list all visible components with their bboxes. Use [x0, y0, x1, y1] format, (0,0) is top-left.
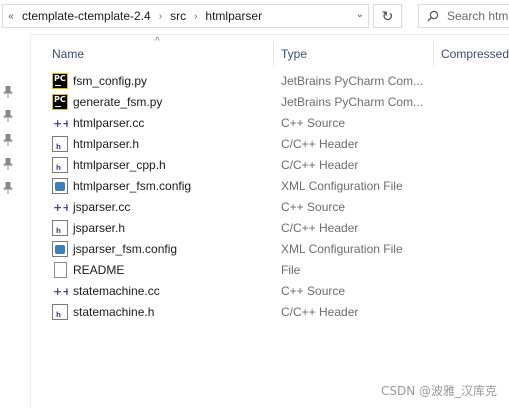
breadcrumb-item-htmlparser[interactable]: htmlparser — [202, 9, 265, 23]
file-name: jsparser.h — [73, 221, 126, 235]
cpp-source-icon: ++ — [52, 115, 71, 131]
search-box[interactable]: Search htm — [418, 4, 509, 28]
c-header-icon: h — [52, 220, 68, 236]
file-row[interactable]: README File — [34, 260, 509, 281]
file-name: statemachine.h — [73, 305, 155, 319]
file-row[interactable]: htmlparser_fsm.config XML Configuration F… — [34, 176, 509, 197]
column-header-type[interactable]: Type — [281, 47, 307, 61]
pycharm-file-icon: PC — [52, 94, 68, 110]
c-header-icon: h — [52, 304, 68, 320]
address-bar: « ctemplate-ctemplate-2.4 › src › htmlpa… — [0, 0, 509, 35]
pin-icon[interactable] — [3, 158, 13, 170]
file-name: jsparser_fsm.config — [73, 242, 178, 256]
column-header-name[interactable]: Name — [52, 47, 84, 61]
xml-config-icon — [52, 178, 68, 194]
file-type: C/C++ Header — [281, 158, 359, 172]
file-type: C/C++ Header — [281, 221, 359, 235]
refresh-button[interactable]: ↻ — [373, 4, 402, 28]
xml-config-icon — [52, 241, 68, 257]
file-type: XML Configuration File — [281, 179, 403, 193]
file-type: JetBrains PyCharm Com... — [281, 95, 424, 109]
column-divider[interactable] — [273, 42, 274, 66]
refresh-icon: ↻ — [381, 8, 394, 24]
cpp-source-icon: ++ — [52, 199, 71, 215]
file-row[interactable]: h htmlparser.h C/C++ Header — [34, 134, 509, 155]
file-name: generate_fsm.py — [73, 95, 163, 109]
column-divider[interactable] — [433, 42, 434, 66]
file-row[interactable]: ++ jsparser.cc C++ Source — [34, 197, 509, 218]
file-type: XML Configuration File — [281, 242, 403, 256]
file-row[interactable]: h htmlparser_cpp.h C/C++ Header — [34, 155, 509, 176]
file-name: htmlparser_fsm.config — [73, 179, 192, 193]
file-row[interactable]: h jsparser.h C/C++ Header — [34, 218, 509, 239]
navigation-pane — [0, 34, 31, 408]
file-row[interactable]: ++ statemachine.cc C++ Source — [34, 281, 509, 302]
breadcrumb[interactable]: « ctemplate-ctemplate-2.4 › src › htmlpa… — [2, 4, 369, 28]
file-name: htmlparser.h — [73, 137, 140, 151]
watermark: CSDN @波雅_汉库克 — [380, 384, 497, 398]
file-name: htmlparser_cpp.h — [73, 158, 166, 172]
svg-text:++: ++ — [53, 117, 68, 130]
file-name: fsm_config.py — [73, 74, 148, 88]
file-type: File — [281, 263, 301, 277]
file-type: JetBrains PyCharm Com... — [281, 74, 424, 88]
chevron-right-icon[interactable]: › — [189, 11, 202, 22]
file-row[interactable]: ++ htmlparser.cc C++ Source — [34, 113, 509, 134]
column-header-row: ^ Name Type Compressed — [34, 36, 509, 68]
file-type: C/C++ Header — [281, 305, 359, 319]
cpp-source-icon: ++ — [52, 283, 71, 299]
file-list: PC fsm_config.py JetBrains PyCharm Com... P… — [34, 71, 509, 323]
chevron-down-icon[interactable]: ⌄ — [356, 9, 364, 20]
breadcrumb-item-ctemplate[interactable]: ctemplate-ctemplate-2.4 — [19, 9, 154, 23]
search-icon — [427, 10, 439, 22]
sort-ascending-icon: ^ — [155, 36, 160, 47]
file-row[interactable]: PC fsm_config.py JetBrains PyCharm Com... — [34, 71, 509, 92]
file-name: htmlparser.cc — [73, 116, 145, 130]
pin-icon[interactable] — [3, 110, 13, 122]
pin-icon[interactable] — [3, 134, 13, 146]
svg-text:++: ++ — [53, 201, 68, 214]
file-name: README — [73, 263, 125, 277]
pin-icon[interactable] — [3, 182, 13, 194]
file-type: C/C++ Header — [281, 137, 359, 151]
file-row[interactable]: PC generate_fsm.py JetBrains PyCharm Com..… — [34, 92, 509, 113]
file-type: C++ Source — [281, 200, 346, 214]
search-input[interactable]: Search htm — [447, 9, 508, 23]
breadcrumb-overflow-icon[interactable]: « — [3, 11, 19, 22]
file-name: jsparser.cc — [73, 200, 131, 214]
chevron-right-icon[interactable]: › — [154, 11, 167, 22]
file-name: statemachine.cc — [73, 284, 160, 298]
file-row[interactable]: h statemachine.h C/C++ Header — [34, 302, 509, 323]
file-type: C++ Source — [281, 284, 346, 298]
c-header-icon: h — [52, 136, 68, 152]
file-row[interactable]: jsparser_fsm.config XML Configuration Fil… — [34, 239, 509, 260]
pycharm-file-icon: PC — [52, 73, 68, 89]
c-header-icon: h — [52, 157, 68, 173]
file-type: C++ Source — [281, 116, 346, 130]
pin-icon[interactable] — [3, 86, 13, 98]
svg-text:++: ++ — [53, 285, 68, 298]
blank-file-icon — [54, 262, 67, 278]
column-header-compressed[interactable]: Compressed — [441, 47, 509, 61]
breadcrumb-item-src[interactable]: src — [167, 9, 189, 23]
